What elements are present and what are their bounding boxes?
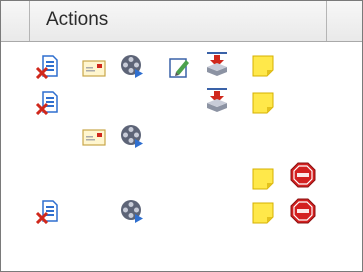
column-header-actions[interactable]: Actions [30,1,327,41]
column-header-row: Actions [1,1,362,42]
film-reel-play-icon[interactable] [119,123,145,149]
film-reel-play-icon[interactable] [119,53,145,79]
download-to-tray-icon[interactable] [204,86,230,112]
film-reel-play-icon[interactable] [119,198,145,224]
email-envelope-icon[interactable] [81,56,107,82]
download-to-tray-icon[interactable] [204,50,230,76]
sticky-note-icon[interactable] [250,53,276,79]
column-header-spacer[interactable] [1,1,30,41]
document-with-red-x-icon[interactable] [35,198,61,224]
document-with-red-x-icon[interactable] [35,53,61,79]
document-with-red-x-icon[interactable] [35,89,61,115]
sticky-note-icon[interactable] [250,166,276,192]
stop-sign-icon[interactable] [290,162,316,188]
column-header-label: Actions [46,9,109,30]
stop-sign-icon[interactable] [290,198,316,224]
edit-notepad-icon[interactable] [166,54,192,80]
sticky-note-icon[interactable] [250,200,276,226]
column-header-extra[interactable] [327,1,362,41]
email-envelope-icon[interactable] [81,125,107,151]
sticky-note-icon[interactable] [250,90,276,116]
actions-panel: Actions [0,0,363,272]
